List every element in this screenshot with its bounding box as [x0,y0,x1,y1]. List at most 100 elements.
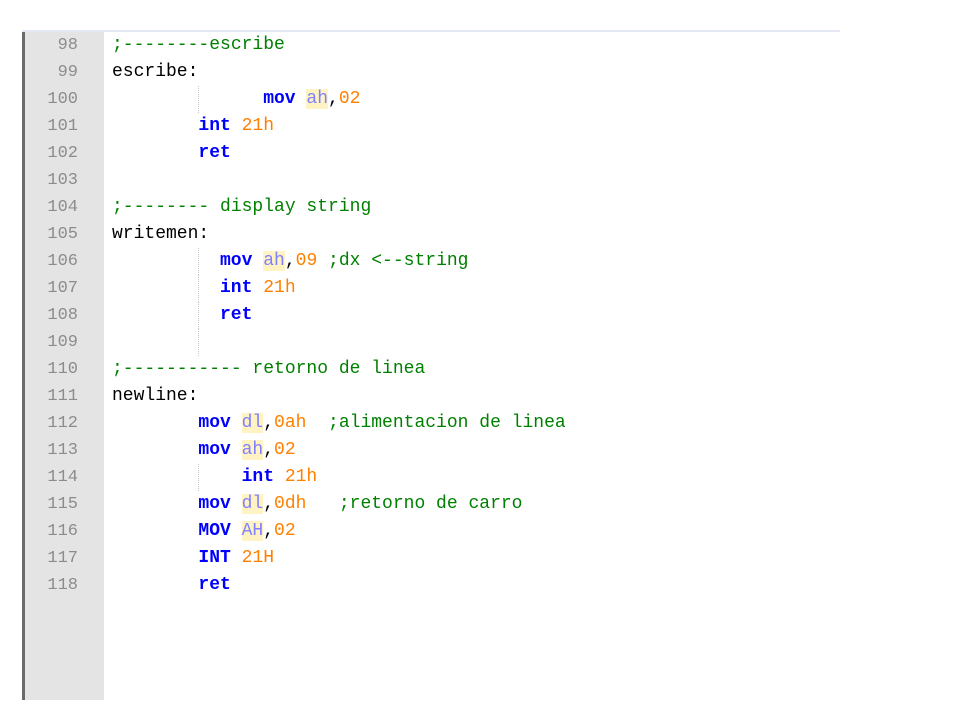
line-number: 98 [57,36,78,55]
comment-token: ;-------- display string [112,197,372,217]
code-line[interactable]: 118 ret [22,572,840,599]
code-line[interactable]: 101 int 21h [22,113,840,140]
line-number: 109 [47,333,78,352]
label-token: newline: [112,386,199,406]
register-token: AH [241,521,264,541]
code-line[interactable]: 113 mov ah,02 [22,437,840,464]
label-token: escribe: [112,62,199,82]
code-line[interactable]: 108 ret [22,302,840,329]
code-text: mov ah,02 [263,86,360,113]
number-token: 21h [241,116,275,136]
line-number: 103 [47,171,78,190]
code-line[interactable]: 114 int 21h [22,464,840,491]
indent-guide [198,275,200,302]
code-line[interactable]: 111 newline: [22,383,840,410]
line-number: 102 [47,144,78,163]
code-text: int 21h [242,464,318,491]
code-text: ret [220,302,252,329]
line-number: 111 [47,387,78,406]
code-line[interactable]: 99 escribe: [22,59,840,86]
indent-guide [198,86,200,113]
number-token: 02 [274,440,296,460]
code-line[interactable]: 107 int 21h [22,275,840,302]
code-line[interactable]: 109 [22,329,840,356]
plain-token: , [263,521,275,541]
code-text: ret [198,140,230,167]
comment-token: ;retorno de carro [306,494,523,514]
code-text: ret [198,572,230,599]
keyword-token: mov [220,251,253,271]
code-line[interactable]: 100 mov ah,02 [22,86,840,113]
register-token: dl [241,494,264,514]
keyword-token: mov [263,89,296,109]
line-number: 99 [57,63,78,82]
comment-token: ;dx <--string [317,251,469,271]
code-line[interactable]: 117 INT 21H [22,545,840,572]
number-token: 21h [263,278,296,298]
keyword-token: ret [198,575,231,595]
line-number: 107 [47,279,78,298]
plain-token: , [263,494,275,514]
register-token: dl [241,413,264,433]
keyword-token: INT [198,548,231,568]
line-number: 104 [47,198,78,217]
number-token: 02 [274,521,296,541]
keyword-token: MOV [198,521,231,541]
keyword-token: ret [198,143,231,163]
code-text: mov ah,09 ;dx <--string [220,248,468,275]
register-token: ah [306,89,329,109]
label-token: writemen: [112,224,210,244]
keyword-token: int [220,278,253,298]
code-text: mov dl,0dh ;retorno de carro [198,491,522,518]
code-text: int 21h [198,113,274,140]
code-line[interactable]: 116 MOV AH,02 [22,518,840,545]
plain-token: , [328,89,339,109]
keyword-token: int [198,116,231,136]
keyword-token: mov [198,440,231,460]
keyword-token: ret [220,305,253,325]
line-number: 116 [47,522,78,541]
number-token: 21h [284,467,318,487]
code-line[interactable]: 112 mov dl,0ah ;alimentacion de linea [22,410,840,437]
number-token: 21H [241,548,275,568]
code-line[interactable]: 103 [22,167,840,194]
line-number: 117 [47,549,78,568]
code-line[interactable]: 110 ;----------- retorno de linea [22,356,840,383]
number-token: 02 [338,89,361,109]
code-line[interactable]: 104 ;-------- display string [22,194,840,221]
code-area[interactable]: 98 ;--------escribe 99 escribe: 100 mov ah,02… [22,32,840,599]
plain-token: , [284,251,296,271]
number-token: 0ah [274,413,307,433]
code-line[interactable]: 105 writemen: [22,221,840,248]
keyword-token: mov [198,494,231,514]
number-token: 09 [295,251,318,271]
code-line[interactable]: 102 ret [22,140,840,167]
line-number: 115 [47,495,78,514]
comment-token: ;alimentacion de linea [306,413,566,433]
indent-guide [198,248,200,275]
register-token: ah [241,440,264,460]
code-line[interactable]: 106 mov ah,09 ;dx <--string [22,248,840,275]
code-line[interactable]: 98 ;--------escribe [22,32,840,59]
indent-guide [198,464,200,491]
code-text: ;-------- display string [112,194,371,221]
indent-guide [198,302,200,329]
line-number: 114 [47,468,78,487]
line-number: 118 [47,576,78,595]
comment-token: ;--------escribe [112,35,285,55]
line-number: 101 [47,117,78,136]
code-editor[interactable]: 98 ;--------escribe 99 escribe: 100 mov ah,02… [22,30,840,700]
number-token: 0dh [274,494,307,514]
keyword-token: int [241,467,274,487]
code-text: writemen: [112,221,209,248]
code-line[interactable]: 115 mov dl,0dh ;retorno de carro [22,491,840,518]
line-number: 112 [47,414,78,433]
